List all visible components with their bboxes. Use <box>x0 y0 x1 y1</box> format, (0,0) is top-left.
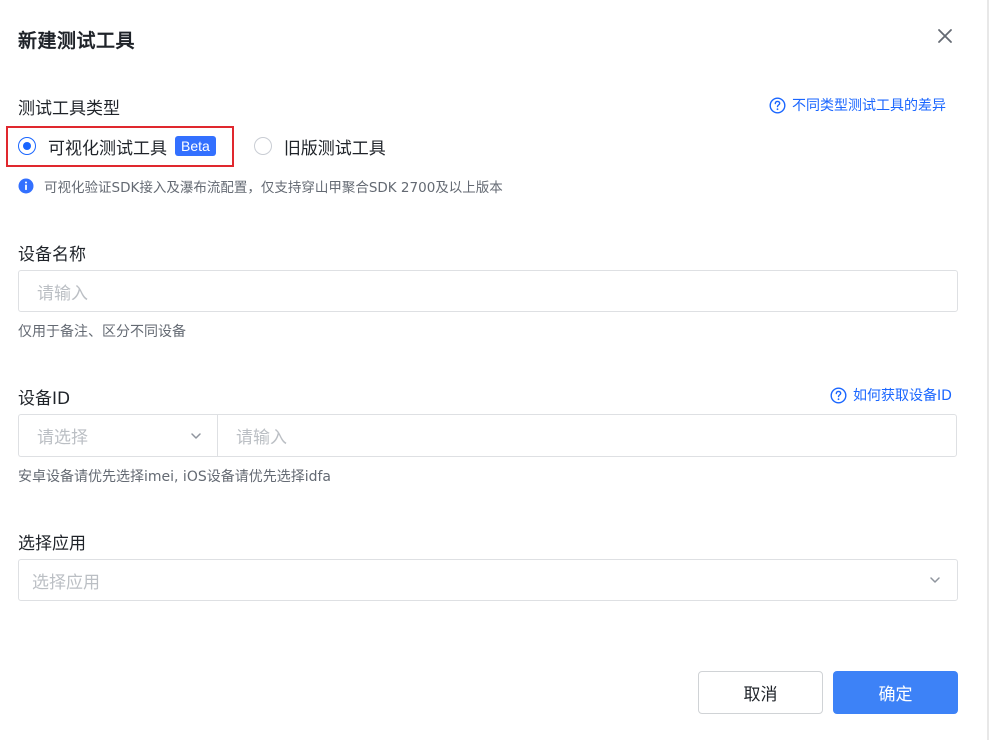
device-id-label: 设备ID <box>18 389 71 409</box>
device-id-type-placeholder: 请选择 <box>37 428 88 448</box>
radio-visual-tool[interactable]: 可视化测试工具 Beta <box>6 125 234 167</box>
device-id-type-select[interactable]: 请选择 <box>18 414 218 457</box>
question-circle-icon <box>769 96 786 114</box>
device-id-help-link-text: 如何获取设备ID <box>853 388 952 404</box>
close-icon <box>938 29 952 43</box>
app-label: 选择应用 <box>18 534 86 554</box>
device-id-help-link[interactable]: 如何获取设备ID <box>830 385 952 405</box>
device-name-label: 设备名称 <box>18 245 86 265</box>
dialog-title: 新建测试工具 <box>18 30 136 52</box>
info-circle-icon <box>18 178 34 194</box>
chevron-down-icon <box>190 430 202 442</box>
radio-legacy-tool[interactable]: 旧版测试工具 <box>253 126 386 166</box>
device-id-hint: 安卓设备请优先选择imei, iOS设备请优先选择idfa <box>18 469 332 485</box>
tool-type-radio-group: 可视化测试工具 Beta 旧版测试工具 <box>6 125 386 167</box>
device-id-input-placeholder: 请输入 <box>236 428 287 448</box>
cancel-button[interactable]: 取消 <box>698 671 823 714</box>
device-id-input[interactable]: 请输入 <box>217 414 957 457</box>
confirm-button[interactable]: 确定 <box>833 671 958 714</box>
radio-checked-icon <box>18 137 36 155</box>
question-circle-icon <box>830 386 847 404</box>
tool-type-diff-link-text: 不同类型测试工具的差异 <box>792 98 946 114</box>
tool-type-info: 可视化验证SDK接入及瀑布流配置，仅支持穿山甲聚合SDK 2700及以上版本 <box>18 176 503 196</box>
app-select[interactable]: 选择应用 <box>18 559 958 601</box>
new-test-tool-dialog: 新建测试工具 测试工具类型 不同类型测试工具的差异 可视化测试工具 Beta 旧… <box>0 0 989 740</box>
close-button[interactable] <box>934 25 956 47</box>
radio-unchecked-icon <box>253 137 272 155</box>
device-name-placeholder: 请输入 <box>37 283 88 304</box>
app-select-placeholder: 选择应用 <box>32 572 100 593</box>
tool-type-label: 测试工具类型 <box>18 99 120 119</box>
beta-badge: Beta <box>175 136 216 156</box>
device-name-input[interactable]: 请输入 <box>18 270 958 312</box>
chevron-down-icon <box>929 574 941 586</box>
device-name-hint: 仅用于备注、区分不同设备 <box>18 324 186 340</box>
tool-type-diff-link[interactable]: 不同类型测试工具的差异 <box>769 95 946 115</box>
radio-visual-tool-label: 可视化测试工具 <box>48 138 167 159</box>
radio-legacy-tool-label: 旧版测试工具 <box>283 138 386 159</box>
tool-type-info-text: 可视化验证SDK接入及瀑布流配置，仅支持穿山甲聚合SDK 2700及以上版本 <box>44 180 503 196</box>
